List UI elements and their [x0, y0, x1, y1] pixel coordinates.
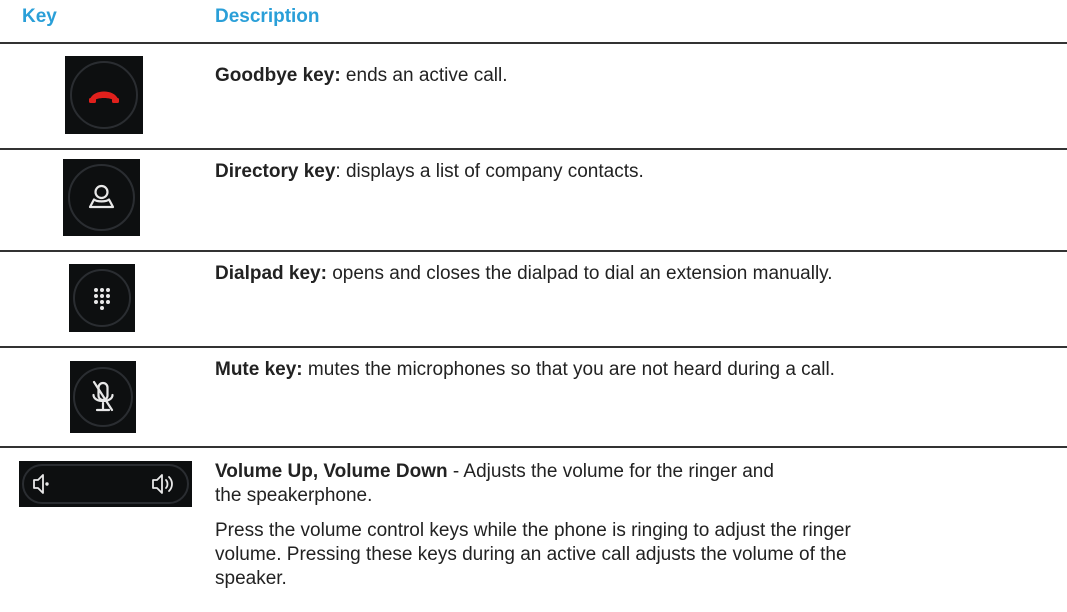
volume-keys-icon — [22, 464, 189, 504]
directory-key-description: Directory key: displays a list of compan… — [215, 160, 1015, 184]
volume-key-description: Volume Up, Volume Down - Adjusts the vol… — [215, 460, 795, 508]
mute-key-image — [70, 361, 136, 433]
directory-key-title: Directory key — [215, 161, 336, 182]
dialpad-key-image — [69, 264, 135, 332]
mic-muted-icon — [73, 367, 133, 427]
volume-keys-image — [19, 461, 192, 507]
goodbye-key-title: Goodbye key: — [215, 65, 341, 86]
goodbye-key-description: Goodbye key: ends an active call. — [215, 64, 1015, 88]
dialpad-key-text: opens and closes the dialpad to dial an … — [326, 263, 833, 284]
row-divider — [0, 42, 1067, 44]
mute-key-title: Mute key: — [215, 359, 303, 380]
row-divider — [0, 446, 1067, 448]
row-divider — [0, 250, 1067, 252]
contact-person-icon — [68, 164, 135, 231]
end-call-icon — [70, 61, 138, 129]
goodbye-key-image — [65, 56, 143, 134]
key-description-table: Key Description Goodbye key: ends an act… — [0, 0, 1067, 612]
directory-key-image — [63, 159, 140, 236]
column-header-key: Key — [22, 6, 57, 27]
column-header-description: Description — [215, 6, 320, 27]
mute-key-text: mutes the microphones so that you are no… — [302, 359, 835, 380]
directory-key-text: : displays a list of company contacts. — [335, 161, 644, 182]
dialpad-key-title: Dialpad key: — [215, 263, 327, 284]
volume-key-paragraph: Press the volume control keys while the … — [215, 520, 851, 589]
row-divider — [0, 346, 1067, 348]
goodbye-key-text: ends an active call. — [340, 65, 508, 86]
volume-key-title: Volume Up, Volume Down — [215, 461, 448, 482]
row-divider — [0, 148, 1067, 150]
mute-key-description: Mute key: mutes the microphones so that … — [215, 358, 1015, 382]
dialpad-key-description: Dialpad key: opens and closes the dialpa… — [215, 262, 1015, 286]
dialpad-icon — [73, 269, 131, 327]
